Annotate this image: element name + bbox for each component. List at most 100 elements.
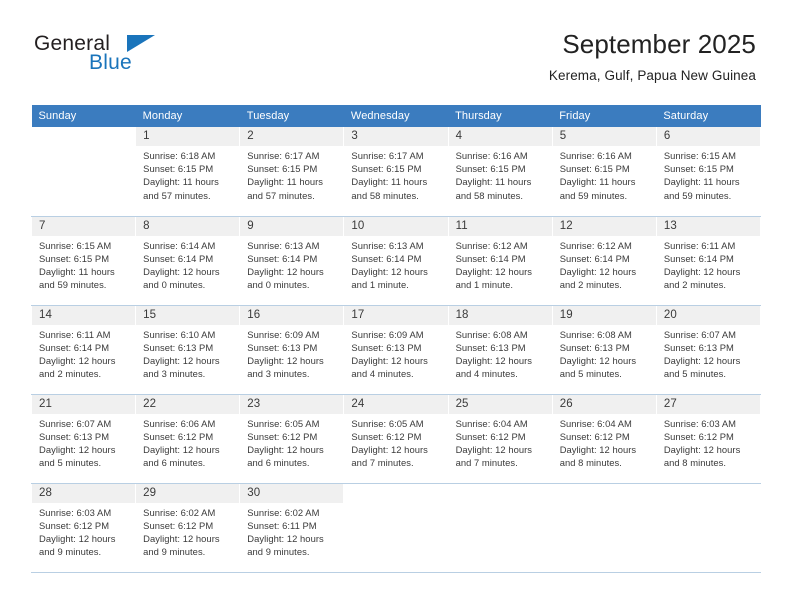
day-detail-line: Sunrise: 6:12 AM — [559, 239, 632, 251]
calendar-day-cell[interactable]: 9 Sunrise: 6:13 AM Sunset: 6:14 PM Daylight… — [239, 216, 345, 306]
day-detail-line: Sunset: 6:12 PM — [39, 519, 110, 531]
calendar-day-cell[interactable]: 11 Sunrise: 6:12 AM Sunset: 6:14 PM Dayligh… — [447, 216, 553, 306]
calendar-body: 1 Sunrise: 6:18 AM Sunset: 6:15 PM Daylight… — [30, 127, 762, 573]
day-detail-line: Daylight: 12 hours — [559, 354, 637, 366]
calendar-week-row: 21 Sunrise: 6:07 AM Sunset: 6:13 PM Dayligh… — [30, 394, 762, 484]
day-number: 23 — [240, 394, 344, 414]
calendar-day-cell[interactable]: 8 Sunrise: 6:14 AM Sunset: 6:14 PM Daylight… — [135, 216, 241, 306]
day-detail-line: and 1 minute. — [351, 279, 409, 291]
calendar-day-cell[interactable]: 26 Sunrise: 6:04 AM Sunset: 6:12 PM Dayligh… — [551, 394, 657, 484]
day-details: Sunrise: 6:17 AM Sunset: 6:15 PM Daylight:… — [240, 146, 343, 202]
calendar-day-cell[interactable]: 16 Sunrise: 6:09 AM Sunset: 6:13 PM Dayligh… — [239, 305, 345, 395]
logo-text-blue: Blue — [89, 51, 132, 74]
day-detail-line: Daylight: 12 hours — [39, 354, 116, 366]
day-detail-line: Sunrise: 6:02 AM — [247, 506, 320, 518]
day-details: Sunrise: 6:05 AM Sunset: 6:12 PM Daylight:… — [344, 414, 447, 470]
calendar-day-cell[interactable]: 6 Sunrise: 6:15 AM Sunset: 6:15 PM Daylight… — [655, 127, 762, 217]
day-number: 13 — [656, 216, 760, 236]
calendar-day-cell[interactable]: 12 Sunrise: 6:12 AM Sunset: 6:14 PM Dayligh… — [551, 216, 657, 306]
day-detail-line: and 6 minutes. — [247, 457, 310, 469]
calendar-day-cell[interactable]: 19 Sunrise: 6:08 AM Sunset: 6:13 PM Dayligh… — [551, 305, 657, 395]
calendar-day-cell[interactable]: 21 Sunrise: 6:07 AM Sunset: 6:13 PM Dayligh… — [30, 394, 137, 484]
day-detail-line: Sunset: 6:15 PM — [247, 163, 318, 175]
day-detail-line: and 59 minutes. — [39, 279, 107, 291]
day-details: Sunrise: 6:02 AM Sunset: 6:11 PM Daylight:… — [240, 503, 343, 559]
calendar-day-cell[interactable]: 4 Sunrise: 6:16 AM Sunset: 6:15 PM Daylight… — [447, 127, 553, 217]
page-subtitle: Kerema, Gulf, Papua New Guinea — [548, 68, 756, 83]
calendar-day-cell[interactable]: 18 Sunrise: 6:08 AM Sunset: 6:13 PM Dayligh… — [447, 305, 553, 395]
day-detail-line: and 4 minutes. — [351, 368, 414, 380]
day-detail-line: Sunrise: 6:16 AM — [559, 150, 632, 161]
day-number: 9 — [240, 216, 344, 236]
day-detail-line: Sunset: 6:13 PM — [39, 430, 110, 442]
day-detail-line: Sunset: 6:15 PM — [455, 163, 526, 175]
day-detail-line: Daylight: 12 hours — [559, 443, 637, 455]
day-detail-line: Daylight: 12 hours — [39, 532, 116, 544]
day-detail-line: Sunset: 6:12 PM — [247, 430, 318, 442]
title-block: September 2025 Kerema, Gulf, Papua New G… — [549, 28, 756, 86]
day-number: 26 — [552, 394, 656, 414]
calendar-empty-cell — [655, 483, 762, 573]
day-number: 15 — [136, 305, 240, 325]
calendar-day-cell[interactable]: 30 Sunrise: 6:02 AM Sunset: 6:11 PM Dayligh… — [239, 483, 345, 573]
calendar-day-cell[interactable]: 29 Sunrise: 6:02 AM Sunset: 6:12 PM Dayligh… — [135, 483, 241, 573]
day-detail-line: Daylight: 12 hours — [663, 443, 741, 455]
calendar-day-cell[interactable]: 23 Sunrise: 6:05 AM Sunset: 6:12 PM Dayligh… — [239, 394, 345, 484]
calendar-day-cell[interactable]: 5 Sunrise: 6:16 AM Sunset: 6:15 PM Daylight… — [551, 127, 657, 217]
day-detail-line: Daylight: 11 hours — [247, 176, 324, 188]
calendar-day-cell[interactable]: 28 Sunrise: 6:03 AM Sunset: 6:12 PM Dayligh… — [30, 483, 137, 573]
calendar-day-cell[interactable]: 1 Sunrise: 6:18 AM Sunset: 6:15 PM Daylight… — [135, 127, 241, 217]
day-detail-line: Daylight: 12 hours — [143, 265, 220, 277]
calendar-day-cell[interactable]: 10 Sunrise: 6:13 AM Sunset: 6:14 PM Dayligh… — [343, 216, 449, 306]
day-details — [657, 503, 760, 506]
day-number: 24 — [344, 394, 448, 414]
day-detail-line: and 5 minutes. — [559, 368, 622, 380]
day-number — [552, 483, 656, 503]
day-detail-line: Sunrise: 6:08 AM — [455, 328, 528, 340]
day-detail-line: Daylight: 12 hours — [351, 265, 428, 277]
calendar-day-cell[interactable]: 20 Sunrise: 6:07 AM Sunset: 6:13 PM Dayligh… — [655, 305, 762, 395]
day-detail-line: and 9 minutes. — [247, 546, 310, 558]
day-detail-line: and 0 minutes. — [247, 279, 310, 291]
day-details: Sunrise: 6:04 AM Sunset: 6:12 PM Daylight:… — [553, 414, 656, 470]
day-detail-line: and 7 minutes. — [351, 457, 414, 469]
day-detail-line: Sunrise: 6:05 AM — [351, 417, 424, 429]
calendar-day-cell[interactable]: 3 Sunrise: 6:17 AM Sunset: 6:15 PM Daylight… — [343, 127, 449, 217]
page-title: September 2025 — [562, 29, 756, 59]
calendar-day-cell[interactable]: 27 Sunrise: 6:03 AM Sunset: 6:12 PM Dayligh… — [655, 394, 762, 484]
calendar-day-cell[interactable]: 15 Sunrise: 6:10 AM Sunset: 6:13 PM Dayligh… — [135, 305, 241, 395]
day-number: 2 — [240, 127, 344, 146]
day-detail-line: Daylight: 12 hours — [559, 265, 637, 277]
calendar-empty-cell — [343, 483, 449, 573]
logo-triangle-icon — [127, 35, 155, 52]
day-detail-line: and 6 minutes. — [143, 457, 206, 469]
day-detail-line: and 59 minutes. — [559, 189, 628, 201]
day-detail-line: Sunrise: 6:15 AM — [39, 239, 112, 251]
day-details: Sunrise: 6:16 AM Sunset: 6:15 PM Daylight:… — [449, 146, 552, 202]
day-detail-line: Sunrise: 6:17 AM — [247, 150, 320, 161]
calendar-day-cell[interactable]: 2 Sunrise: 6:17 AM Sunset: 6:15 PM Daylight… — [239, 127, 345, 217]
day-detail-line: and 59 minutes. — [663, 189, 732, 201]
day-detail-line: and 0 minutes. — [143, 279, 206, 291]
day-details: Sunrise: 6:06 AM Sunset: 6:12 PM Daylight:… — [136, 414, 239, 470]
calendar-day-cell[interactable]: 13 Sunrise: 6:11 AM Sunset: 6:14 PM Dayligh… — [655, 216, 762, 306]
day-detail-line: Sunrise: 6:07 AM — [39, 417, 112, 429]
day-number: 12 — [552, 216, 656, 236]
calendar-day-cell[interactable]: 7 Sunrise: 6:15 AM Sunset: 6:15 PM Daylight… — [30, 216, 137, 306]
day-detail-line: Sunset: 6:12 PM — [663, 430, 734, 442]
day-detail-line: Sunset: 6:14 PM — [143, 252, 214, 264]
day-number: 6 — [656, 127, 760, 146]
calendar-week-row: 7 Sunrise: 6:15 AM Sunset: 6:15 PM Daylight… — [30, 216, 762, 306]
calendar-day-cell[interactable]: 14 Sunrise: 6:11 AM Sunset: 6:14 PM Dayligh… — [30, 305, 137, 395]
calendar-day-cell[interactable]: 22 Sunrise: 6:06 AM Sunset: 6:12 PM Dayligh… — [135, 394, 241, 484]
calendar-day-cell[interactable]: 24 Sunrise: 6:05 AM Sunset: 6:12 PM Dayligh… — [343, 394, 449, 484]
day-number: 21 — [32, 394, 136, 414]
day-details: Sunrise: 6:09 AM Sunset: 6:13 PM Daylight:… — [344, 325, 447, 381]
calendar-day-cell[interactable]: 25 Sunrise: 6:04 AM Sunset: 6:12 PM Dayligh… — [447, 394, 553, 484]
day-number: 18 — [448, 305, 552, 325]
day-detail-line: Sunrise: 6:08 AM — [559, 328, 632, 340]
calendar-day-cell[interactable]: 17 Sunrise: 6:09 AM Sunset: 6:13 PM Dayligh… — [343, 305, 449, 395]
day-detail-line: Sunrise: 6:03 AM — [663, 417, 737, 429]
day-detail-line: and 3 minutes. — [143, 368, 206, 380]
general-blue-logo[interactable]: General Blue — [34, 32, 204, 88]
